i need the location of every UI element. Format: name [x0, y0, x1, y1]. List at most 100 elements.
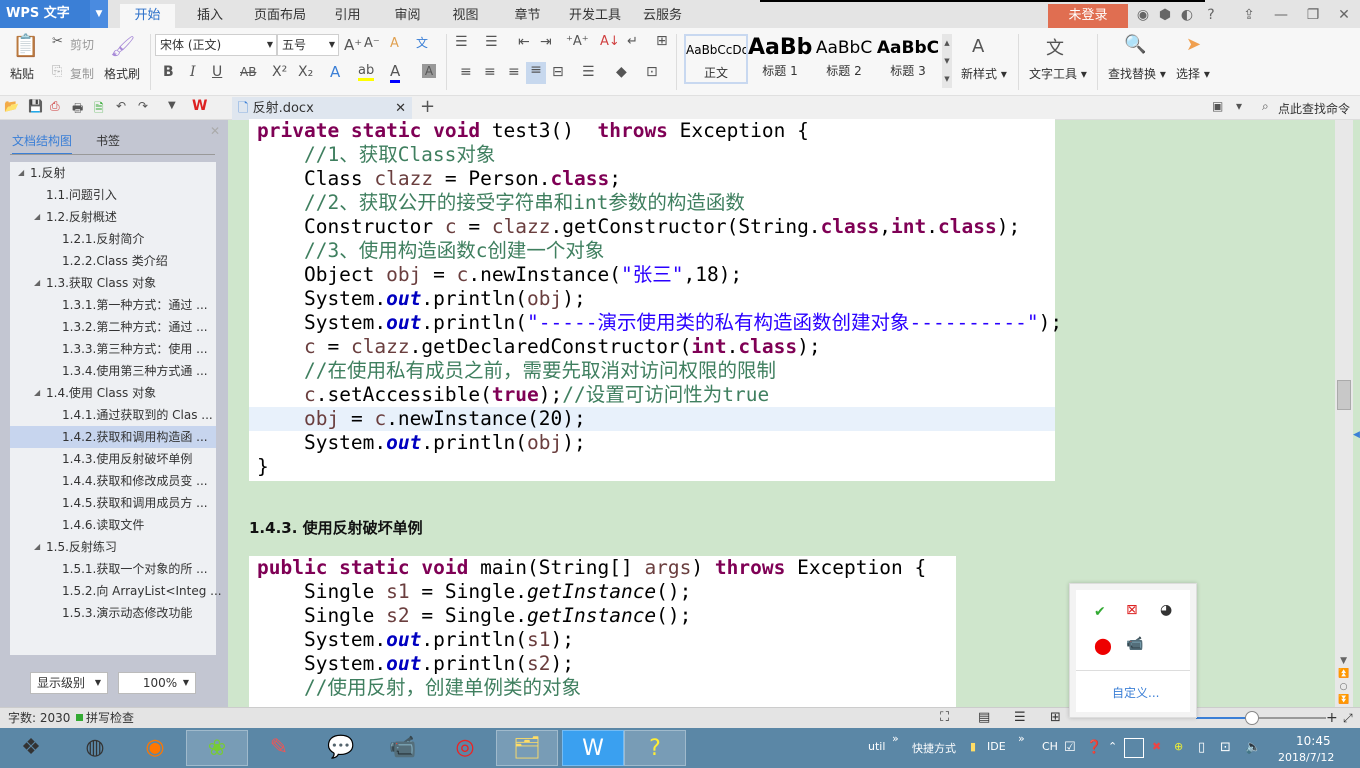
find-replace-icon[interactable]: 🔍	[1124, 34, 1146, 55]
upload-icon[interactable]: ⇪	[1238, 4, 1260, 26]
char-shading-icon[interactable]: A	[422, 64, 436, 78]
volume-icon[interactable]: 🔈	[1245, 740, 1261, 755]
tray-camera-icon[interactable]: 📹	[1126, 636, 1143, 652]
chevron-down-icon[interactable]: ▼	[168, 100, 176, 111]
clear-format-icon[interactable]: A	[390, 36, 399, 51]
font-family-select[interactable]: 宋体 (正文) ▼	[155, 34, 277, 56]
restore-button[interactable]: ❐	[1302, 4, 1324, 26]
vertical-scrollbar[interactable]: ▼ ⏫ ○ ⏬	[1335, 120, 1353, 707]
char-spacing-icon[interactable]: ⁺A⁺	[566, 34, 589, 49]
nav-tree-item[interactable]: 1.2.2.Class 类介绍	[10, 250, 216, 272]
scissors-icon[interactable]: ✂	[52, 34, 63, 49]
tab-document-map[interactable]: 文档结构图	[12, 132, 73, 155]
start-button[interactable]: ❖	[0, 730, 62, 766]
increase-indent-icon[interactable]: ⇥	[540, 34, 552, 50]
expand-triangle-icon[interactable]: ◢	[18, 162, 24, 184]
tab-menu[interactable]: 插入	[185, 4, 235, 28]
expand-triangle-icon[interactable]: ◢	[34, 272, 40, 294]
new-tab-icon[interactable]: +	[420, 96, 435, 117]
style-preset[interactable]: AaBbCcDd 正文	[684, 34, 748, 84]
toolbar-ide[interactable]: IDE	[987, 740, 1006, 753]
nav-tree-item[interactable]: 1.3.3.第三种方式：使用 ...	[10, 338, 216, 360]
nav-tree-item[interactable]: 1.5.1.获取一个对象的所 ...	[10, 558, 216, 580]
chevron-right-icon[interactable]: »	[1018, 732, 1025, 745]
format-painter-button[interactable]: 格式刷	[104, 65, 140, 82]
tab-menu[interactable]: 视图	[443, 4, 488, 28]
nav-tree-item[interactable]: 1.2.1.反射简介	[10, 228, 216, 250]
select-cursor-icon[interactable]: ➤	[1186, 34, 1201, 55]
nav-tree-item[interactable]: 1.3.1.第一种方式：通过 ...	[10, 294, 216, 316]
help-icon[interactable]: ?	[1200, 4, 1222, 26]
firefox-icon[interactable]: ◉	[124, 730, 186, 766]
document-tab[interactable]: 🗋 反射.docx ✕	[232, 97, 412, 120]
font-color-icon[interactable]: A	[390, 62, 401, 83]
nav-tree-item[interactable]: ◢ 1.2.反射概述	[10, 206, 216, 228]
tray-expand-icon[interactable]: ⌃	[1108, 740, 1117, 753]
level-select[interactable]: 显示级别 ▼	[30, 672, 108, 694]
copy-button[interactable]: 复制	[70, 65, 94, 82]
highlight-icon[interactable]: ab	[358, 63, 375, 81]
text-effect-icon[interactable]: A	[330, 63, 340, 81]
nav-tree-item[interactable]: 1.4.4.获取和修改成员变 ...	[10, 470, 216, 492]
tray-notes-icon[interactable]: ☑	[1064, 740, 1076, 755]
print-preview-icon[interactable]: 🗎	[94, 99, 104, 120]
spring-tool-icon[interactable]: ❀	[186, 730, 248, 766]
search-icon[interactable]: ⌕	[1262, 99, 1269, 114]
scrollbar-thumb[interactable]	[1337, 380, 1351, 410]
nav-tree-item[interactable]: 1.4.6.读取文件	[10, 514, 216, 536]
wps-logo-icon[interactable]: W	[192, 98, 207, 114]
print-icon[interactable]: 🖶	[72, 99, 83, 120]
new-style-icon[interactable]: A	[972, 36, 984, 57]
clock-date[interactable]: 2018/7/12	[1278, 751, 1334, 764]
clock-time[interactable]: 10:45	[1296, 734, 1331, 748]
nav-tree-item[interactable]: 1.4.3.使用反射破坏单例	[10, 448, 216, 470]
command-search[interactable]: 点此查找命令	[1278, 100, 1350, 117]
style-preset[interactable]: AaBb 标题 1	[748, 34, 812, 84]
zoom-in-icon[interactable]: +	[1326, 708, 1338, 728]
word-count[interactable]: 字数: 2030	[8, 708, 70, 728]
align-right-icon[interactable]: ≡	[508, 64, 520, 80]
expand-triangle-icon[interactable]: ◢	[34, 206, 40, 228]
shrink-font-icon[interactable]: A⁻	[364, 36, 380, 51]
sort-icon[interactable]: A↓	[600, 34, 620, 49]
bullet-list-icon[interactable]: ☰	[455, 34, 468, 50]
nav-tree-item[interactable]: 1.5.3.演示动态修改功能	[10, 602, 216, 624]
tab-menu[interactable]: 审阅	[385, 4, 430, 28]
tray-help-icon[interactable]: ❓	[1086, 740, 1102, 755]
nav-tree-item[interactable]: ◢ 1.4.使用 Class 对象	[10, 382, 216, 404]
input-language[interactable]: CH	[1042, 740, 1058, 753]
expand-triangle-icon[interactable]: ◢	[34, 382, 40, 404]
close-pane-icon[interactable]: ✕	[210, 124, 220, 138]
tray-overflow-button[interactable]	[1124, 738, 1144, 758]
chevron-down-icon[interactable]: ▼	[90, 0, 108, 28]
side-expand-icon[interactable]: ◀	[1353, 430, 1360, 440]
tray-battery-icon[interactable]: ▯	[1198, 740, 1205, 755]
nav-tree-item[interactable]: 1.3.4.使用第三种方式通 ...	[10, 360, 216, 382]
phonetic-icon[interactable]: 文	[416, 34, 428, 51]
shading-icon[interactable]: ◆	[616, 64, 627, 80]
save-icon[interactable]: 💾	[28, 99, 43, 113]
tray-add-icon[interactable]: ⊕	[1174, 740, 1183, 753]
styles-scroll[interactable]: ▲ ▼ ▼	[942, 34, 952, 88]
nav-tree-item[interactable]: 1.3.2.第二种方式：通过 ...	[10, 316, 216, 338]
tab-menu[interactable]: 页面布局	[245, 4, 315, 28]
tab-menu[interactable]: 章节	[505, 4, 550, 28]
camera-app-icon[interactable]: 📹	[372, 730, 434, 766]
chevron-right-icon[interactable]: »	[892, 732, 899, 745]
login-button[interactable]: 未登录	[1048, 4, 1128, 28]
toolbar-shortcut[interactable]: 快捷方式	[912, 740, 956, 756]
netease-music-icon[interactable]: ◎	[434, 730, 496, 766]
tab-menu[interactable]: 开始	[120, 4, 175, 28]
close-tab-icon[interactable]: ✕	[395, 97, 406, 120]
skin-icon[interactable]: ◉	[1132, 4, 1154, 26]
grow-font-icon[interactable]: A⁺	[344, 36, 362, 54]
line-spacing-icon[interactable]: ☰	[582, 64, 595, 80]
justify-icon[interactable]: ≡	[526, 62, 546, 84]
tab-menu[interactable]: 引用	[325, 4, 370, 28]
web-view-icon[interactable]: ⊞	[1050, 708, 1061, 728]
nav-tree-item[interactable]: 1.5.2.向 ArrayList<Integ ...	[10, 580, 222, 602]
page-nav-icons[interactable]: ▼ ⏫ ○ ⏬	[1338, 655, 1349, 707]
distribute-icon[interactable]: ⊟	[552, 64, 564, 80]
pane-zoom-select[interactable]: 100% ▼	[118, 672, 196, 694]
copy-icon[interactable]: ⎘	[52, 64, 62, 79]
